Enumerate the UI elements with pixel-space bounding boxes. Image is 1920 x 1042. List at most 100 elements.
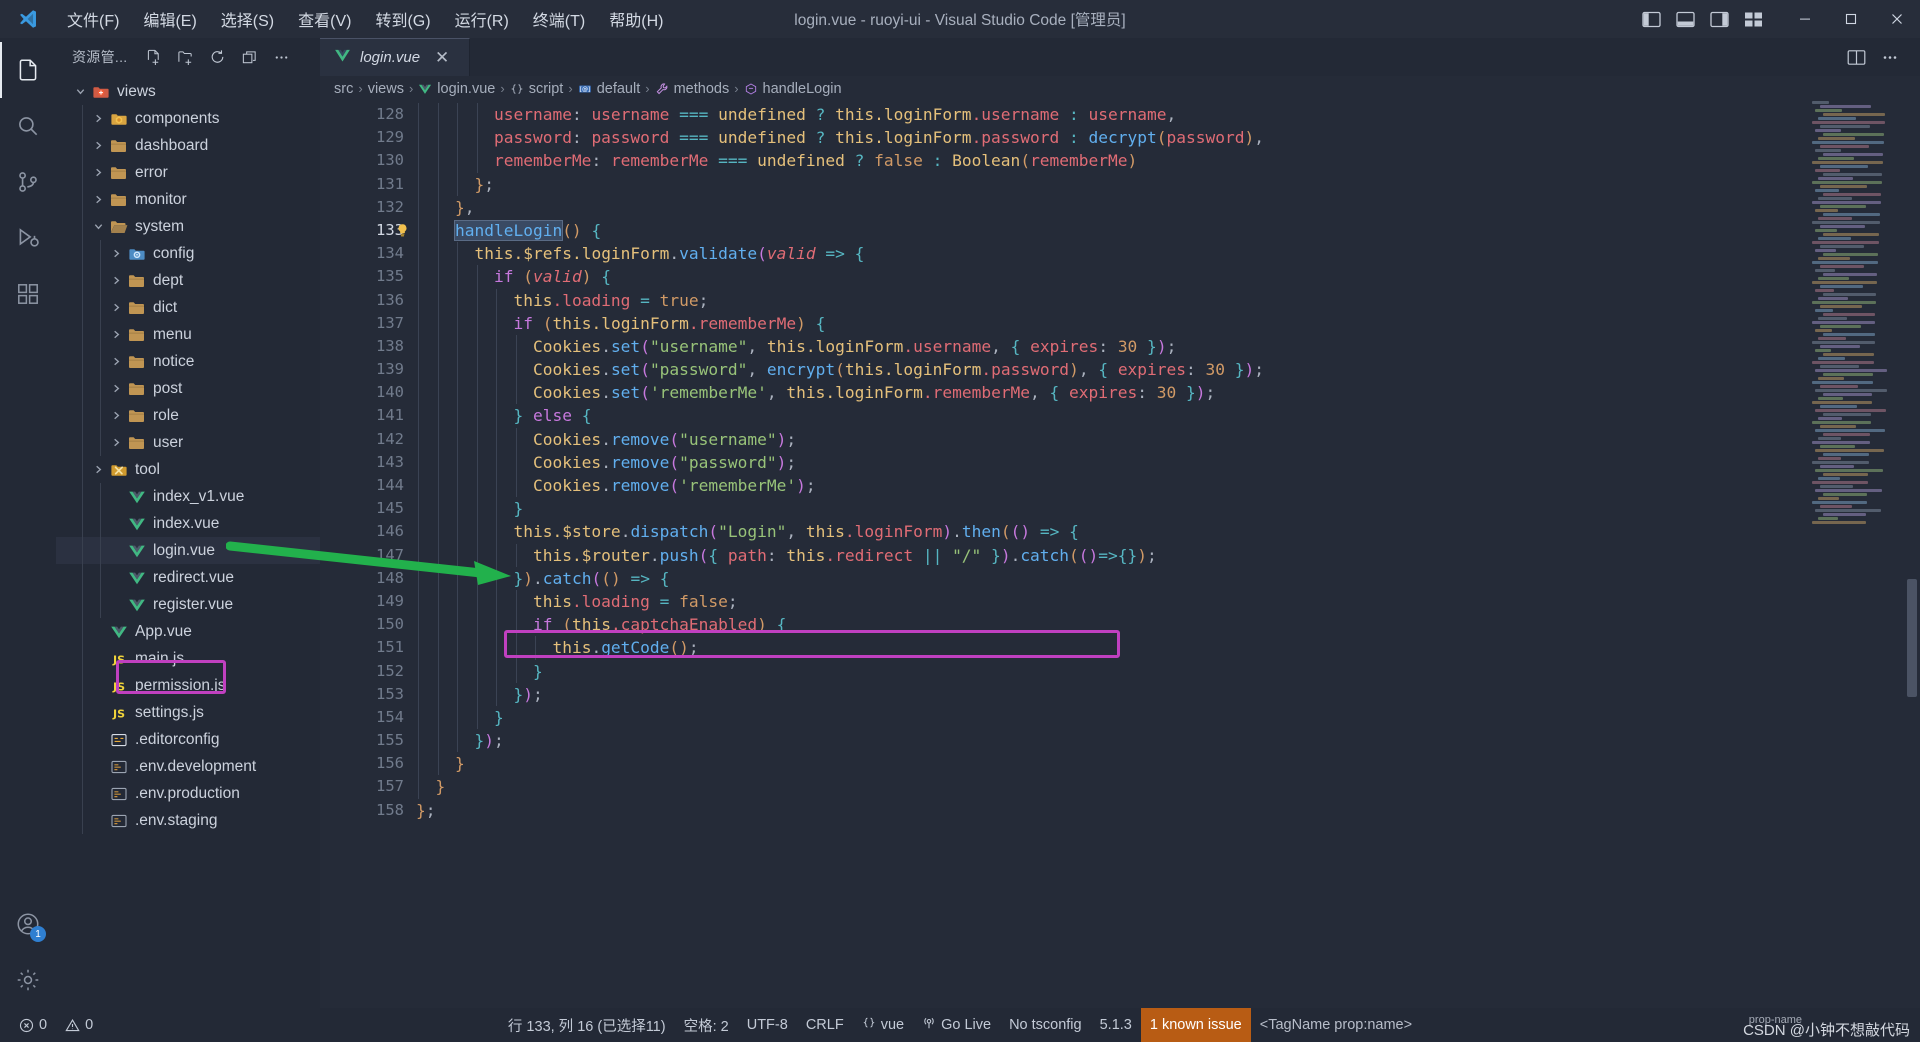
status-tagname[interactable]: <TagName prop:name> bbox=[1251, 1008, 1421, 1042]
code-line[interactable]: }); bbox=[416, 682, 1920, 706]
code-line[interactable]: }; bbox=[416, 172, 1920, 196]
chevron-right-icon[interactable] bbox=[90, 194, 107, 205]
menu-help[interactable]: 帮助(H) bbox=[598, 3, 674, 35]
minimize-button[interactable] bbox=[1782, 0, 1828, 38]
code-line[interactable]: if (this.captchaEnabled) { bbox=[416, 613, 1920, 637]
code-line[interactable]: } bbox=[416, 775, 1920, 799]
tree-item-tool[interactable]: tool bbox=[56, 456, 320, 483]
new-folder-icon[interactable] bbox=[171, 44, 199, 70]
tree-item-settings-js[interactable]: JS settings.js bbox=[56, 699, 320, 726]
chevron-right-icon[interactable] bbox=[90, 113, 107, 124]
menu-file[interactable]: 文件(F) bbox=[56, 3, 130, 35]
tree-item-dashboard[interactable]: dashboard bbox=[56, 132, 320, 159]
code-line[interactable]: } bbox=[416, 497, 1920, 521]
tree-item-monitor[interactable]: monitor bbox=[56, 186, 320, 213]
status-known-issue[interactable]: 1 known issue bbox=[1140, 1008, 1251, 1042]
code-line[interactable]: this.$store.dispatch("Login", this.login… bbox=[416, 520, 1920, 544]
tree-item-app-vue[interactable]: App.vue bbox=[56, 618, 320, 645]
collapse-all-icon[interactable] bbox=[235, 44, 263, 70]
tree-item-main-js[interactable]: JS main.js bbox=[56, 645, 320, 672]
code-line[interactable]: } else { bbox=[416, 404, 1920, 428]
tree-item--env-production[interactable]: .env.production bbox=[56, 780, 320, 807]
tab-login-vue[interactable]: login.vue ✕ bbox=[320, 38, 470, 76]
status-eol[interactable]: CRLF bbox=[797, 1008, 853, 1042]
tab-close-icon[interactable]: ✕ bbox=[435, 49, 449, 66]
code-line[interactable]: this.getCode(); bbox=[416, 636, 1920, 660]
close-button[interactable] bbox=[1874, 0, 1920, 38]
chevron-right-icon[interactable] bbox=[108, 437, 125, 448]
chevron-right-icon[interactable] bbox=[108, 410, 125, 421]
chevron-right-icon[interactable] bbox=[90, 464, 107, 475]
tree-item--env-staging[interactable]: .env.staging bbox=[56, 807, 320, 834]
chevron-right-icon[interactable] bbox=[90, 140, 107, 151]
menu-bar[interactable]: 文件(F) 编辑(E) 选择(S) 查看(V) 转到(G) 运行(R) 终端(T… bbox=[56, 3, 674, 35]
code-line[interactable]: password: password === undefined ? this.… bbox=[416, 126, 1920, 150]
activity-run-debug[interactable] bbox=[0, 210, 56, 266]
activity-explorer[interactable] bbox=[0, 42, 56, 98]
tree-item-menu[interactable]: menu bbox=[56, 321, 320, 348]
status-cursor-position[interactable]: 行 133, 列 16 (已选择11) bbox=[499, 1008, 675, 1042]
status-version[interactable]: 5.1.3 bbox=[1091, 1008, 1141, 1042]
status-go-live[interactable]: Go Live bbox=[913, 1008, 1000, 1042]
menu-terminal[interactable]: 终端(T) bbox=[522, 3, 596, 35]
tree-item-views[interactable]: views bbox=[56, 78, 320, 105]
chevron-right-icon[interactable] bbox=[108, 302, 125, 313]
window-buttons[interactable] bbox=[1782, 0, 1920, 38]
code-line[interactable]: Cookies.remove("password"); bbox=[416, 450, 1920, 474]
code-line[interactable]: if (this.loginForm.rememberMe) { bbox=[416, 311, 1920, 335]
breadcrumb-item-handlelogin[interactable]: handleLogin bbox=[744, 81, 842, 97]
layout-controls[interactable] bbox=[1636, 6, 1768, 32]
breadcrumb-item-views[interactable]: views bbox=[368, 81, 404, 97]
chevron-right-icon[interactable] bbox=[90, 167, 107, 178]
toggle-primary-sidebar-icon[interactable] bbox=[1636, 6, 1666, 32]
tree-item-config[interactable]: config bbox=[56, 240, 320, 267]
tree-item--editorconfig[interactable]: .editorconfig bbox=[56, 726, 320, 753]
editor-actions[interactable] bbox=[1842, 38, 1920, 76]
status-indentation[interactable]: 空格: 2 bbox=[675, 1008, 738, 1042]
tree-item-register-vue[interactable]: register.vue bbox=[56, 591, 320, 618]
lightbulb-icon[interactable] bbox=[394, 219, 410, 242]
chevron-right-icon[interactable] bbox=[108, 329, 125, 340]
code-line[interactable]: } bbox=[416, 705, 1920, 730]
chevron-right-icon[interactable] bbox=[108, 356, 125, 367]
tree-item-login-vue[interactable]: login.vue bbox=[56, 537, 320, 564]
code-line[interactable]: handleLogin() { bbox=[416, 218, 1920, 243]
tree-item-index-v1-vue[interactable]: index_v1.vue bbox=[56, 483, 320, 510]
chevron-down-icon[interactable] bbox=[72, 86, 89, 97]
code-line[interactable]: this.loading = true; bbox=[416, 288, 1920, 312]
code-line[interactable]: if (valid) { bbox=[416, 265, 1920, 289]
editor-scrollbar[interactable] bbox=[1904, 101, 1920, 1008]
chevron-down-icon[interactable] bbox=[90, 221, 107, 232]
menu-go[interactable]: 转到(G) bbox=[364, 3, 441, 35]
code-editor[interactable]: 128 129 130 131 132 133 134 135 136 137 138 139 140 1… bbox=[320, 101, 1920, 1008]
editor-more-actions-icon[interactable] bbox=[1876, 44, 1904, 70]
code-line[interactable]: }).catch(() => { bbox=[416, 566, 1920, 590]
tree-item-permission-js[interactable]: JS permission.js bbox=[56, 672, 320, 699]
activity-extensions[interactable] bbox=[0, 266, 56, 322]
chevron-right-icon[interactable] bbox=[108, 248, 125, 259]
tree-item-redirect-vue[interactable]: redirect.vue bbox=[56, 564, 320, 591]
status-encoding[interactable]: UTF-8 bbox=[738, 1008, 797, 1042]
status-center[interactable]: 行 133, 列 16 (已选择11) 空格: 2 UTF-8 CRLF vue Go L… bbox=[0, 1008, 1920, 1042]
code-line[interactable]: username: username === undefined ? this.… bbox=[416, 103, 1920, 127]
maximize-button[interactable] bbox=[1828, 0, 1874, 38]
tree-item-user[interactable]: user bbox=[56, 429, 320, 456]
new-file-icon[interactable] bbox=[139, 44, 167, 70]
menu-view[interactable]: 查看(V) bbox=[287, 3, 362, 35]
code-line[interactable]: }); bbox=[416, 729, 1920, 753]
tree-item-role[interactable]: role bbox=[56, 402, 320, 429]
chevron-right-icon[interactable] bbox=[108, 275, 125, 286]
code-line[interactable]: }, bbox=[416, 195, 1920, 219]
code-content[interactable]: username: username === undefined ? this.… bbox=[416, 101, 1920, 1008]
status-tsconfig[interactable]: No tsconfig bbox=[1000, 1008, 1091, 1042]
status-language-mode[interactable]: vue bbox=[853, 1008, 913, 1042]
tree-item-dict[interactable]: dict bbox=[56, 294, 320, 321]
breadcrumb-item-src[interactable]: src bbox=[334, 81, 353, 97]
code-line[interactable]: Cookies.set('rememberMe', this.loginForm… bbox=[416, 381, 1920, 405]
code-line[interactable]: this.$refs.loginForm.validate(valid => { bbox=[416, 242, 1920, 266]
activity-source-control[interactable] bbox=[0, 154, 56, 210]
code-line[interactable]: Cookies.set("password", encrypt(this.log… bbox=[416, 358, 1920, 382]
refresh-icon[interactable] bbox=[203, 44, 231, 70]
breadcrumb[interactable]: src › views › login.vue › script › [@] default › me… bbox=[320, 76, 1920, 101]
menu-selection[interactable]: 选择(S) bbox=[210, 3, 285, 35]
